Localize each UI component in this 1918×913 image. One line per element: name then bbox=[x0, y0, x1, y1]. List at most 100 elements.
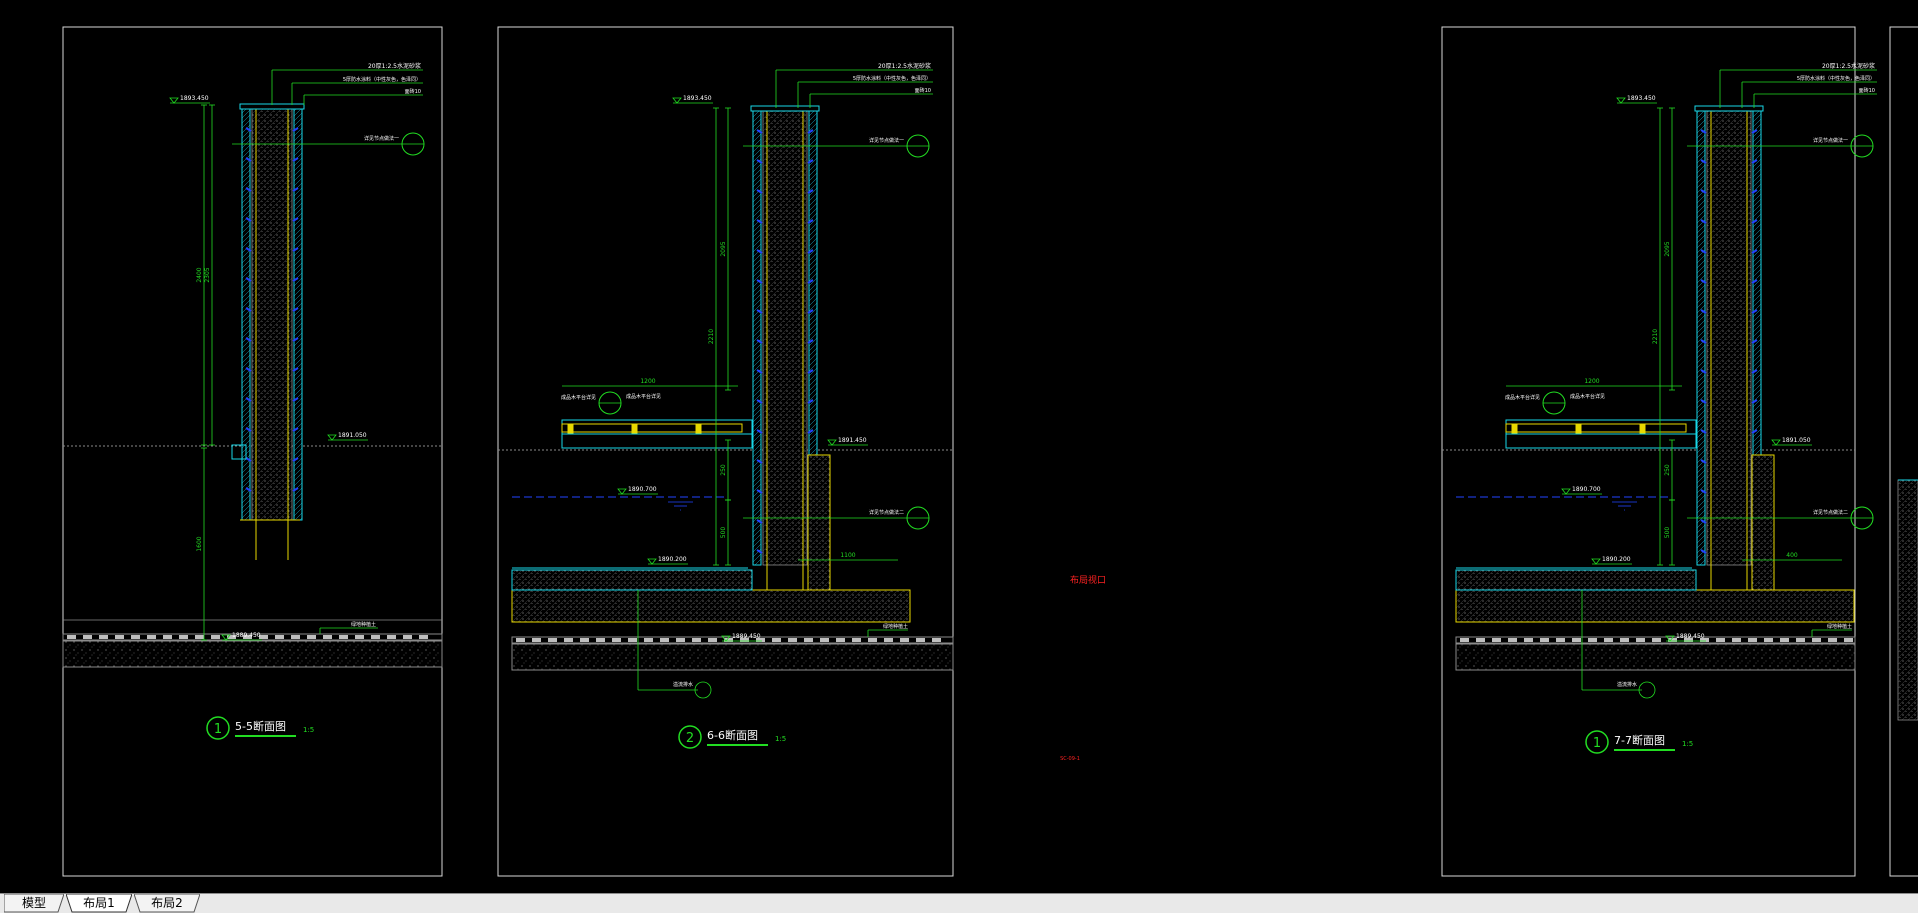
drain-label: 溢流排水 bbox=[673, 681, 693, 688]
drawing-canvas[interactable]: 2400 2305 1600 1893.450 1891.050 1889.450 20厚1… bbox=[0, 0, 1918, 893]
layout-tab-bar: 模型 布局1 布局2 bbox=[0, 893, 1918, 913]
elev-text: 1891.450 bbox=[838, 437, 867, 444]
dim-text: 1600 bbox=[196, 536, 203, 551]
ground-block bbox=[211, 635, 220, 639]
callout-text: 成品木平台详见 bbox=[1505, 394, 1540, 401]
ground-block bbox=[83, 635, 92, 639]
leader-note: 面砖10 bbox=[1859, 87, 1875, 94]
ground-block bbox=[339, 635, 348, 639]
ground-block bbox=[1828, 638, 1837, 642]
title-number: 2 bbox=[686, 731, 694, 746]
dim-text: 2210 bbox=[1652, 329, 1659, 344]
dim-text: 250 bbox=[1664, 464, 1671, 476]
dim-text: 2305 bbox=[204, 267, 211, 282]
slab-label: 成品木平台详见 bbox=[626, 393, 661, 400]
elev-text: 1890.200 bbox=[658, 556, 687, 563]
ground-block bbox=[820, 638, 829, 642]
sheets-layer: 2400 230516001893.4501891.0501889.45020厚1… bbox=[62, 26, 1918, 877]
tab-layout2[interactable]: 布局2 bbox=[134, 894, 200, 913]
callout-text: 详见节点做法二 bbox=[1813, 509, 1848, 516]
tab-model[interactable]: 模型 bbox=[4, 894, 64, 913]
center-small: SC-09-1 bbox=[1060, 756, 1080, 762]
ground-block bbox=[99, 635, 108, 639]
leader-note: 面砖10 bbox=[915, 87, 931, 94]
elev-marker bbox=[1771, 439, 1781, 446]
finish-left bbox=[752, 109, 762, 566]
leader-note: 20厚1:2.5水泥砂浆 bbox=[1822, 62, 1875, 70]
ground-block bbox=[1524, 638, 1533, 642]
deck-edge bbox=[1505, 433, 1697, 449]
title-text: 7-7断面图 bbox=[1614, 733, 1665, 747]
elev-text: 1891.050 bbox=[1782, 437, 1811, 444]
ground-block bbox=[772, 638, 781, 642]
ground-block bbox=[644, 638, 653, 642]
ground-block bbox=[163, 635, 172, 639]
finish-left bbox=[1696, 109, 1706, 566]
ground-block bbox=[1540, 638, 1549, 642]
dim-text: 2400 bbox=[196, 267, 203, 282]
sheet-6-6: 2210 2095 250 500 1200 1100 1893.450 1891.450 18… bbox=[497, 26, 954, 877]
deck-post bbox=[695, 423, 702, 435]
ground-block bbox=[1476, 638, 1485, 642]
soil-hatch bbox=[511, 643, 954, 671]
ground-block bbox=[804, 638, 813, 642]
cad-drawing: 2400 230516001893.4501891.0501889.45020厚1… bbox=[62, 26, 1918, 877]
title-scale: 1:5 bbox=[303, 726, 314, 734]
ground-block bbox=[1572, 638, 1581, 642]
elev-marker bbox=[827, 439, 837, 446]
elev-marker bbox=[169, 97, 179, 104]
ground-block bbox=[1764, 638, 1773, 642]
ground-block bbox=[323, 635, 332, 639]
leader-note: 5厚防水涂料（中性灰色，色泽同） bbox=[1797, 75, 1875, 82]
ground-block bbox=[676, 638, 685, 642]
ground-block bbox=[708, 638, 717, 642]
dim-text: 1100 bbox=[840, 552, 855, 559]
ground-block bbox=[1844, 638, 1853, 642]
leader-note: 5厚防水涂料（中性灰色，色泽同） bbox=[853, 75, 931, 82]
sheet-frame bbox=[1889, 26, 1918, 877]
leader-note: 面砖10 bbox=[405, 88, 421, 95]
wall-cap bbox=[1694, 105, 1764, 112]
ground-block bbox=[1556, 638, 1565, 642]
dim-text: 2210 bbox=[708, 329, 715, 344]
tab-label: 模型 bbox=[21, 896, 46, 910]
wall-core bbox=[762, 109, 808, 566]
ground-block bbox=[580, 638, 589, 642]
elev-marker bbox=[1561, 488, 1571, 495]
ground-label: 绿地种植土 bbox=[883, 623, 908, 630]
callout-text: 详见节点做法一 bbox=[1813, 137, 1848, 144]
elev-text: 1893.450 bbox=[683, 95, 712, 102]
sheet-5-5: 2400 2305 1600 1893.450 1891.050 1889.450 20厚1… bbox=[62, 26, 443, 877]
ground-block bbox=[195, 635, 204, 639]
ground-block bbox=[884, 638, 893, 642]
ground-block bbox=[628, 638, 637, 642]
wall-core bbox=[1897, 479, 1918, 721]
callout-text: 成品木平台详见 bbox=[561, 394, 596, 401]
dim-text: 2095 bbox=[720, 241, 727, 256]
ground-block bbox=[1604, 638, 1613, 642]
elev-text: 1889.450 bbox=[1676, 633, 1705, 640]
dim-text: 1200 bbox=[640, 378, 655, 385]
elev-text: 1889.450 bbox=[232, 632, 261, 639]
dim-text: 2095 bbox=[1664, 241, 1671, 256]
ground-block bbox=[868, 638, 877, 642]
ground-block bbox=[1716, 638, 1725, 642]
title-text: 6-6断面图 bbox=[707, 728, 758, 742]
dim-text: 400 bbox=[1786, 552, 1798, 559]
sheet-partial-right bbox=[1889, 26, 1918, 877]
ground-block bbox=[596, 638, 605, 642]
dim-text: 500 bbox=[1664, 527, 1671, 539]
ground-block bbox=[788, 638, 797, 642]
elev-text: 1890.700 bbox=[628, 486, 657, 493]
ground-block bbox=[1492, 638, 1501, 642]
ground-block bbox=[1780, 638, 1789, 642]
ground-block bbox=[900, 638, 909, 642]
ground-block bbox=[131, 635, 140, 639]
ground-block bbox=[387, 635, 396, 639]
sheet-frame bbox=[1441, 26, 1856, 877]
tab-layout1[interactable]: 布局1 bbox=[66, 894, 132, 913]
elev-marker bbox=[1616, 97, 1626, 104]
ground-block bbox=[836, 638, 845, 642]
ground-block bbox=[532, 638, 541, 642]
sheet-frame bbox=[497, 26, 954, 877]
